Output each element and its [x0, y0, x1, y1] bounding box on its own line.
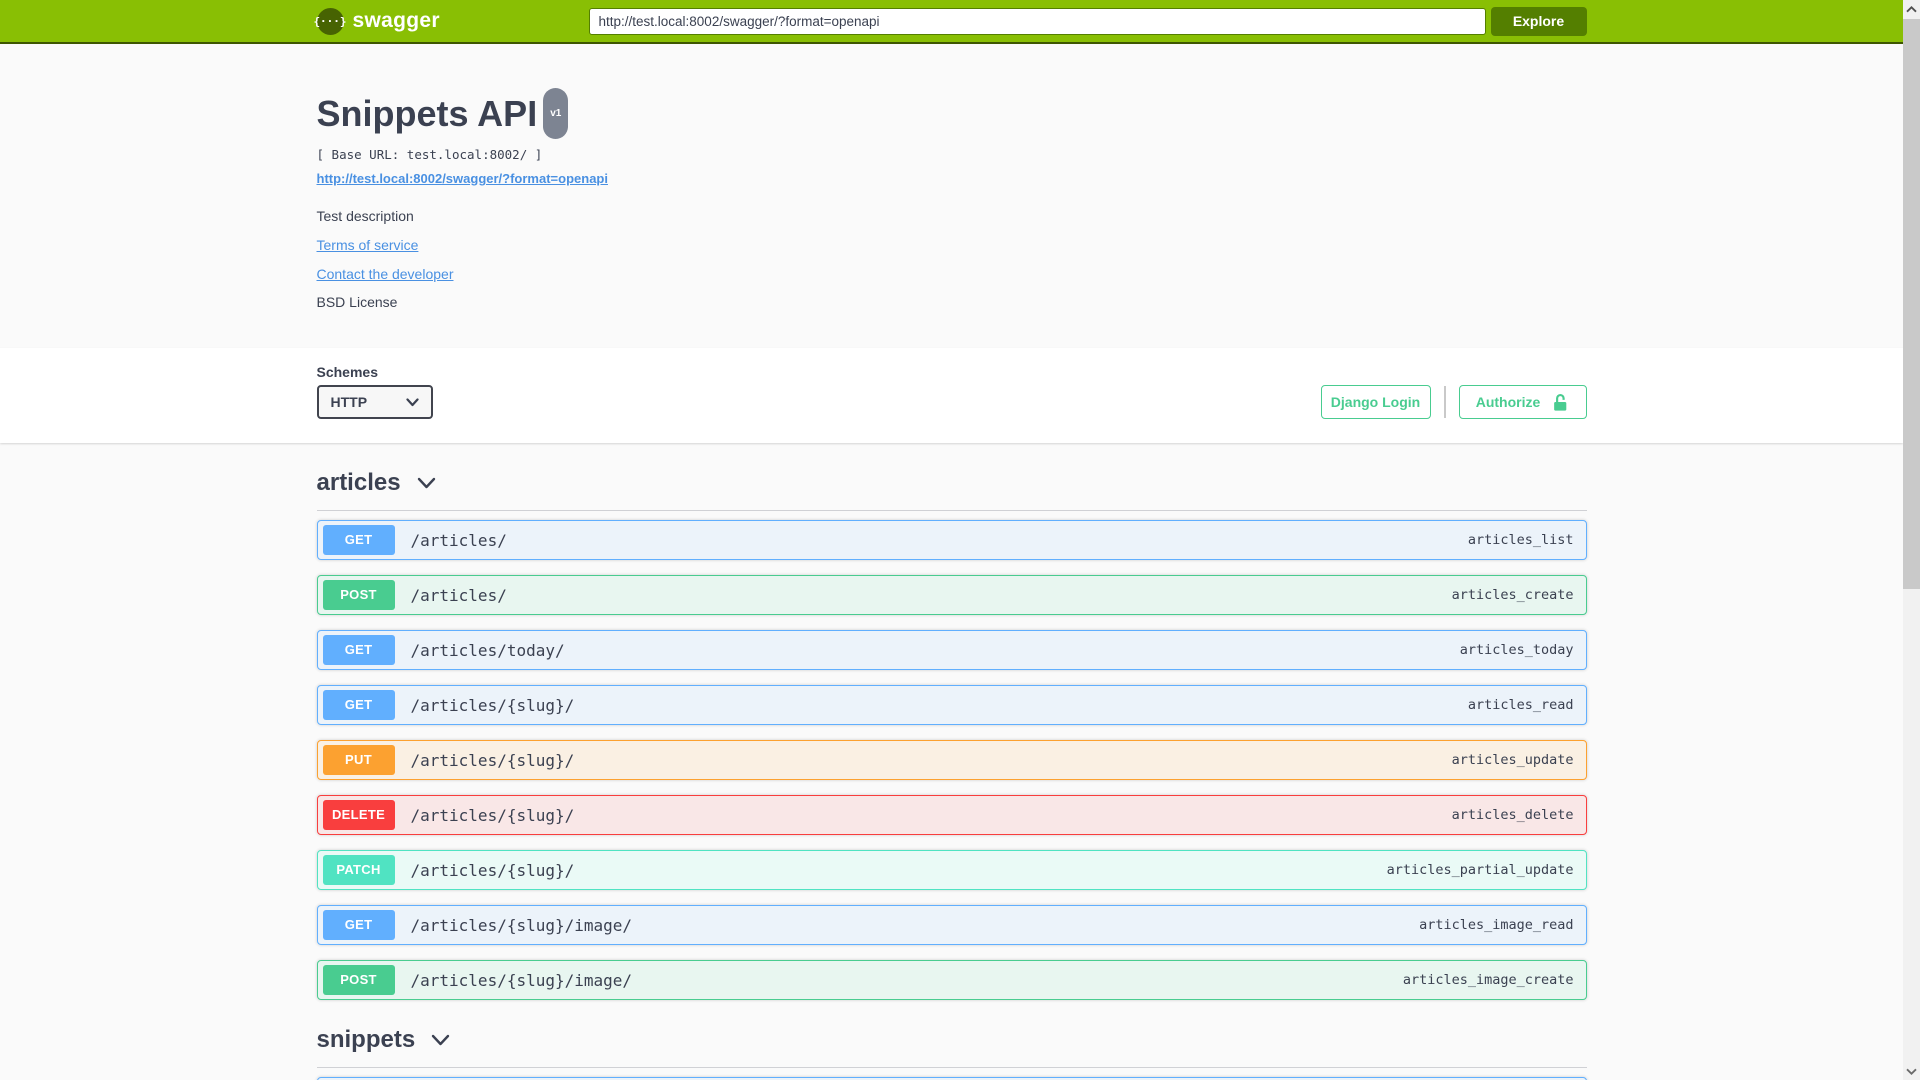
method-badge: GET [322, 690, 395, 720]
operation-id: articles_list [1467, 532, 1574, 548]
method-badge: POST [322, 965, 395, 995]
operation-row[interactable]: GET /articles/{slug}/ articles_read [316, 685, 1587, 725]
operation-path: /articles/{slug}/ [410, 695, 575, 715]
scheme-select[interactable]: HTTP [316, 385, 433, 419]
scroll-down-arrow[interactable] [1903, 1062, 1920, 1080]
auth-wrapper: Django Login Authorize [1320, 385, 1587, 419]
scrollbar-thumb[interactable] [1903, 19, 1920, 589]
method-badge: GET [322, 635, 395, 665]
version-badge: v1 [543, 88, 569, 139]
method-badge: PUT [322, 745, 395, 775]
operations-area: articles GET /articles/ articles_list PO… [0, 469, 1903, 1080]
topbar: {···} swagger Explore [0, 0, 1903, 44]
operation-row[interactable]: DELETE /articles/{slug}/ articles_delete [316, 795, 1587, 835]
django-login-button[interactable]: Django Login [1320, 385, 1431, 419]
api-section: articles GET /articles/ articles_list PO… [316, 469, 1587, 1000]
authorize-button[interactable]: Authorize [1458, 385, 1587, 419]
terms-of-service-link[interactable]: Terms of service [317, 237, 419, 253]
spec-url-input[interactable] [588, 7, 1486, 35]
operations-container: articles GET /articles/ articles_list PO… [316, 469, 1587, 1080]
method-badge: PATCH [322, 855, 395, 885]
base-url: [ Base URL: test.local:8002/ ] [316, 147, 543, 162]
api-title-text: Snippets API [316, 93, 538, 134]
operation-row[interactable]: POST /articles/{slug}/image/ articles_im… [316, 960, 1587, 1000]
tag-header-snippets[interactable]: snippets [316, 1026, 1587, 1068]
operation-path: /articles/{slug}/ [410, 750, 575, 770]
authorize-label: Authorize [1475, 394, 1541, 410]
operation-path: /articles/{slug}/ [410, 860, 575, 880]
operation-id: articles_update [1451, 752, 1574, 768]
scheme-container: Schemes HTTP Django Login Authorize [0, 348, 1903, 443]
chevron-down-icon [417, 477, 436, 489]
spec-link[interactable]: http://test.local:8002/swagger/?format=o… [317, 171, 608, 186]
chevron-down-icon [405, 397, 419, 406]
tag-header-articles[interactable]: articles [316, 469, 1587, 511]
operation-id: articles_read [1467, 697, 1574, 713]
operation-row[interactable]: PATCH /articles/{slug}/ articles_partial… [316, 850, 1587, 890]
brand-title: swagger [352, 9, 440, 32]
api-section: snippets GET /snippets/ snippets_list [316, 1026, 1587, 1080]
tag-title-text: articles [316, 469, 401, 496]
operation-path: /articles/ [410, 585, 507, 605]
method-badge: DELETE [322, 800, 395, 830]
operation-path: /articles/ [410, 530, 507, 550]
operation-row[interactable]: GET /articles/{slug}/image/ articles_ima… [316, 905, 1587, 945]
page-title: Snippets API v1 [316, 88, 1587, 143]
swagger-logo-icon: {···} [313, 7, 347, 35]
operations-list: GET /articles/ articles_list POST /artic… [316, 520, 1587, 1000]
operation-row[interactable]: PUT /articles/{slug}/ articles_update [316, 740, 1587, 780]
operation-path: /articles/{slug}/image/ [410, 915, 633, 935]
api-description: Test description [316, 208, 414, 224]
license-text: BSD License [316, 294, 398, 310]
operation-path: /articles/{slug}/ [410, 805, 575, 825]
swagger-ui-page: {···} swagger Explore Snippets APIv1 [ B… [0, 0, 1903, 1080]
operation-row[interactable]: GET /articles/ articles_list [316, 520, 1587, 560]
explore-button[interactable]: Explore [1490, 6, 1587, 36]
operation-path: /articles/today/ [410, 640, 565, 660]
unlock-icon [1554, 393, 1567, 411]
operation-id: articles_partial_update [1386, 862, 1574, 878]
contact-developer-link[interactable]: Contact the developer [317, 266, 454, 282]
scrollbar-track[interactable] [1903, 0, 1920, 1080]
info-section: Snippets API v1 [ Base URL: test.local:80… [0, 44, 1903, 348]
method-badge: GET [322, 525, 395, 555]
method-badge: GET [322, 910, 395, 940]
operation-id: articles_create [1451, 587, 1574, 603]
schemes-block: Schemes HTTP [316, 364, 433, 419]
operation-id: articles_delete [1451, 807, 1574, 823]
scroll-up-arrow[interactable] [1903, 0, 1920, 18]
chevron-down-icon [1906, 1068, 1917, 1075]
operation-id: articles_image_read [1419, 917, 1574, 933]
chevron-up-icon [1906, 5, 1917, 12]
tag-title-text: snippets [316, 1026, 416, 1053]
chevron-down-icon [431, 1034, 450, 1046]
topbar-search: Explore [588, 6, 1587, 36]
auth-divider [1443, 386, 1446, 418]
schemes-label: Schemes [316, 364, 378, 380]
operation-row[interactable]: POST /articles/ articles_create [316, 575, 1587, 615]
operation-path: /articles/{slug}/image/ [410, 970, 633, 990]
method-badge: POST [322, 580, 395, 610]
operation-row[interactable]: GET /articles/today/ articles_today [316, 630, 1587, 670]
scheme-selected-value: HTTP [330, 394, 368, 410]
operation-id: articles_today [1459, 642, 1574, 658]
operation-id: articles_image_create [1402, 972, 1574, 988]
